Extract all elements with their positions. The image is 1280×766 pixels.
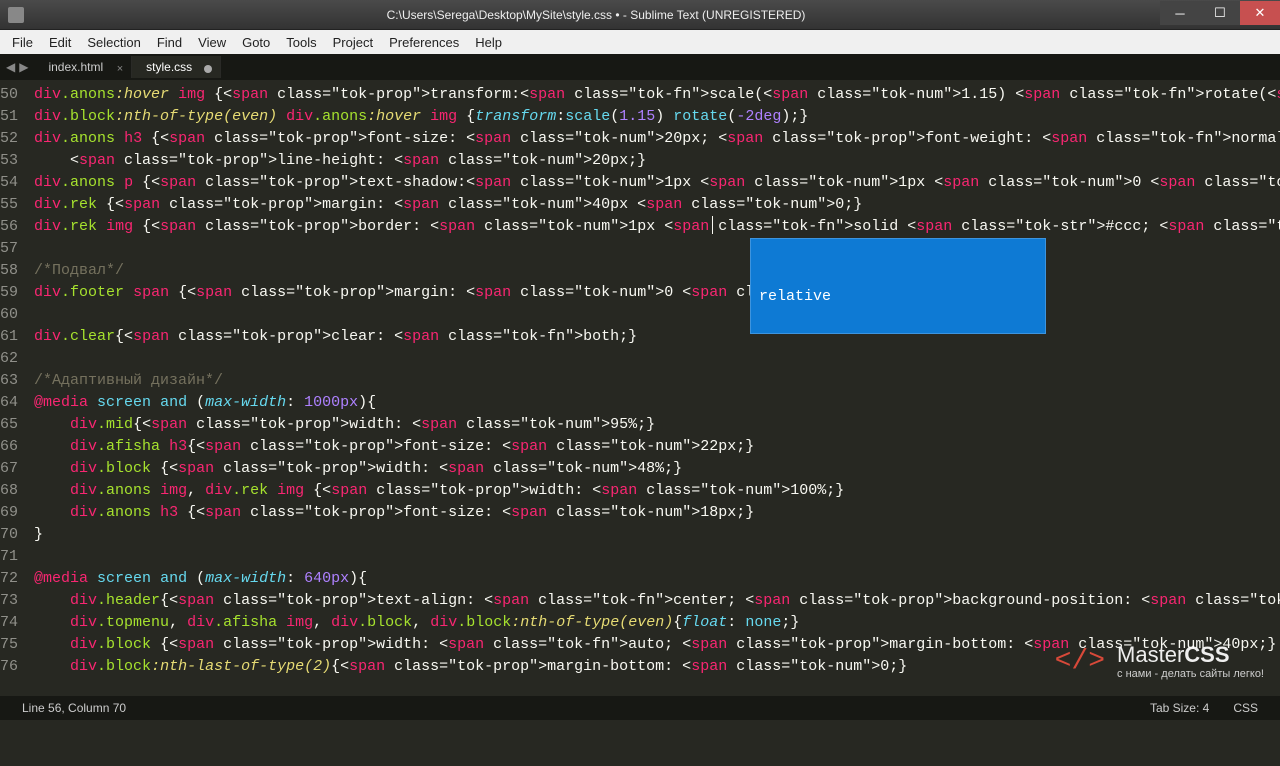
code-area[interactable]: div.anons:hover img {<span class="tok-pr…: [26, 80, 1280, 688]
menu-help[interactable]: Help: [467, 33, 510, 52]
close-icon[interactable]: ×: [117, 63, 123, 75]
app-icon: [8, 7, 24, 23]
text-caret: [712, 216, 713, 234]
tab-label: style.css: [146, 60, 192, 74]
menu-file[interactable]: File: [4, 33, 41, 52]
minimize-button[interactable]: ─: [1160, 1, 1200, 25]
line-number-gutter: 50 51 52 53 54 55 56 57 58 59 60 61 62 6…: [0, 80, 26, 688]
status-tab-size[interactable]: Tab Size: 4: [1138, 701, 1221, 715]
nav-forward-icon[interactable]: ▶: [19, 60, 28, 74]
tab-label: index.html: [48, 60, 103, 74]
maximize-button[interactable]: ☐: [1200, 1, 1240, 25]
nav-back-icon[interactable]: ◀: [6, 60, 15, 74]
menu-edit[interactable]: Edit: [41, 33, 79, 52]
status-syntax[interactable]: CSS: [1221, 701, 1270, 715]
close-button[interactable]: ✕: [1240, 1, 1280, 25]
tab-style-css[interactable]: style.css: [132, 56, 221, 78]
status-cursor-pos[interactable]: Line 56, Column 70: [10, 701, 138, 715]
menu-find[interactable]: Find: [149, 33, 190, 52]
editor: 50 51 52 53 54 55 56 57 58 59 60 61 62 6…: [0, 80, 1280, 688]
window-title: C:\Users\Serega\Desktop\MySite\style.css…: [32, 8, 1160, 22]
menu-preferences[interactable]: Preferences: [381, 33, 467, 52]
menu-view[interactable]: View: [190, 33, 234, 52]
tab-bar: ◀ ▶ index.html × style.css: [0, 54, 1280, 80]
menu-selection[interactable]: Selection: [79, 33, 148, 52]
menu-bar: File Edit Selection Find View Goto Tools…: [0, 30, 1280, 54]
window-titlebar: C:\Users\Serega\Desktop\MySite\style.css…: [0, 0, 1280, 30]
menu-tools[interactable]: Tools: [278, 33, 324, 52]
tab-index-html[interactable]: index.html ×: [34, 56, 132, 78]
autocomplete-popup[interactable]: relative: [750, 238, 1046, 334]
tab-history-nav: ◀ ▶: [0, 60, 34, 74]
menu-project[interactable]: Project: [325, 33, 381, 52]
status-bar: Line 56, Column 70 Tab Size: 4 CSS: [0, 696, 1280, 720]
dirty-indicator-icon: [204, 65, 212, 73]
autocomplete-item[interactable]: relative: [751, 283, 1045, 311]
menu-goto[interactable]: Goto: [234, 33, 278, 52]
window-controls: ─ ☐ ✕: [1160, 4, 1280, 25]
